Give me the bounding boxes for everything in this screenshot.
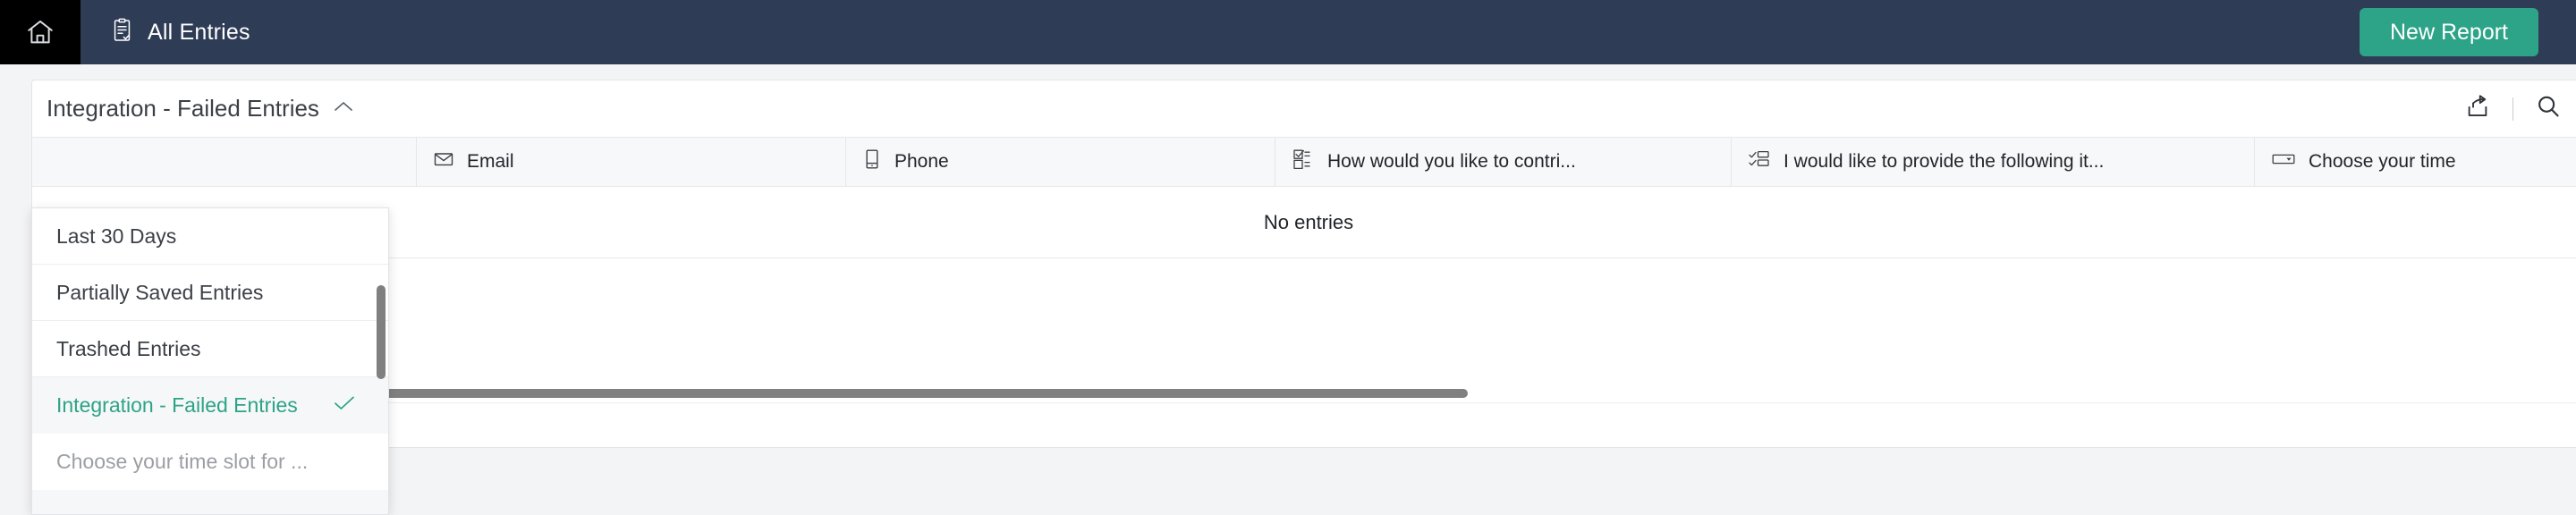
tool-divider <box>2512 97 2513 121</box>
table-body-filler <box>32 258 2576 308</box>
column-header-choose-your-time[interactable]: Choose your time <box>2255 138 2576 186</box>
dropdown-item-label: Choose your time slot for ... <box>56 450 308 474</box>
multi-select-icon <box>1748 148 1771 175</box>
page-title: Integration - Failed Entries <box>47 95 319 122</box>
horizontal-scrollbar-thumb[interactable] <box>238 389 1468 398</box>
column-label: Choose your time <box>2309 151 2456 173</box>
report-card: Integration - Failed Entries <box>31 80 2576 448</box>
column-label: Phone <box>894 151 949 173</box>
new-report-button[interactable]: New Report <box>2360 8 2538 56</box>
check-icon <box>333 393 356 418</box>
dropdown-footer-band <box>32 490 388 514</box>
dropdown-scrollbar-thumb[interactable] <box>377 285 386 379</box>
mobile-phone-icon <box>862 148 882 175</box>
chevron-up-icon[interactable] <box>334 100 353 117</box>
envelope-icon <box>433 148 454 175</box>
page-body: Integration - Failed Entries <box>0 64 2576 481</box>
dropdown-item-integration-failed-entries[interactable]: Integration - Failed Entries <box>32 377 388 434</box>
column-label: How would you like to contri... <box>1327 151 1576 173</box>
tab-label: All Entries <box>148 20 250 46</box>
top-navigation-bar: All Entries New Report <box>0 0 2576 64</box>
dropdown-select-icon <box>2271 150 2296 173</box>
dropdown-item-choose-your-time-slot[interactable]: Choose your time slot for ... <box>32 434 388 490</box>
entries-table: Email Phone <box>32 137 2576 448</box>
dropdown-item-label: Partially Saved Entries <box>56 281 263 305</box>
column-label: Email <box>467 151 514 173</box>
dropdown-item-partially-saved-entries[interactable]: Partially Saved Entries <box>32 265 388 321</box>
horizontal-scrollbar[interactable] <box>32 386 2576 401</box>
dropdown-item-label: Trashed Entries <box>56 337 201 361</box>
home-icon <box>25 17 55 47</box>
column-header-first[interactable] <box>32 138 417 186</box>
dropdown-item-last-30-days[interactable]: Last 30 Days <box>32 208 388 265</box>
search-icon[interactable] <box>2535 93 2562 124</box>
empty-state-message: No entries <box>32 187 2576 258</box>
dropdown-scrollbar[interactable] <box>377 269 386 493</box>
clipboard-check-icon <box>111 18 133 47</box>
report-card-header: Integration - Failed Entries <box>32 80 2576 137</box>
report-selector-dropdown: Last 30 Days Partially Saved Entries Tra… <box>31 207 389 515</box>
card-footer <box>32 402 2576 447</box>
table-header-row: Email Phone <box>32 137 2576 187</box>
checkbox-list-icon <box>1292 148 1315 176</box>
share-export-icon[interactable] <box>2464 93 2491 124</box>
column-header-phone[interactable]: Phone <box>846 138 1275 186</box>
column-label: I would like to provide the following it… <box>1784 151 2104 173</box>
column-header-provide-following-items[interactable]: I would like to provide the following it… <box>1732 138 2255 186</box>
tab-all-entries[interactable]: All Entries <box>80 0 281 64</box>
dropdown-item-label: Last 30 Days <box>56 224 176 249</box>
report-selector[interactable]: Integration - Failed Entries <box>47 95 353 122</box>
card-header-tools <box>2464 80 2562 137</box>
dropdown-item-label: Integration - Failed Entries <box>56 393 298 418</box>
column-header-email[interactable]: Email <box>417 138 846 186</box>
column-header-how-would-you-contribute[interactable]: How would you like to contri... <box>1275 138 1732 186</box>
dropdown-item-trashed-entries[interactable]: Trashed Entries <box>32 321 388 377</box>
home-button[interactable] <box>0 0 80 64</box>
